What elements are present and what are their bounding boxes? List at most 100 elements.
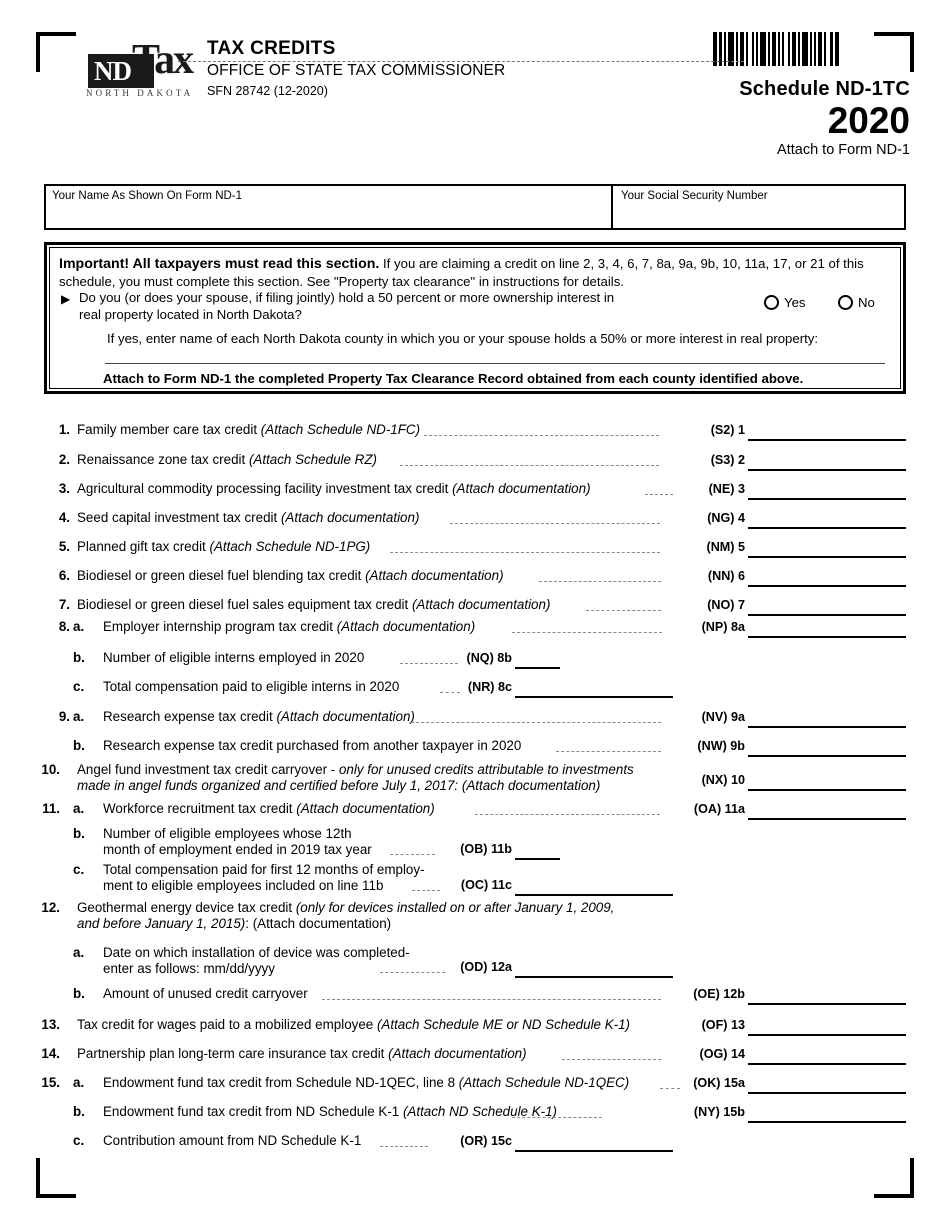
line-label: Partnership plan long-term care insuranc… [77, 1046, 527, 1062]
line-code: (OF) 13 [701, 1018, 745, 1032]
line-answer-input[interactable] [515, 858, 560, 860]
line-label: Number of eligible interns employed in 2… [103, 650, 364, 666]
line-code: (OG) 14 [699, 1047, 746, 1061]
line-answer-input[interactable] [748, 755, 906, 757]
line-number: 12. [41, 900, 60, 915]
line-text-italic: (Attach documentation) [452, 481, 591, 496]
line-text: Research expense tax credit [103, 709, 277, 724]
line-number: 9. [58, 709, 70, 724]
line-sub-letter: b. [73, 738, 85, 753]
ownership-question-line2: real property located in North Dakota? [79, 307, 302, 322]
line-label: Biodiesel or green diesel fuel sales equ… [77, 597, 550, 613]
line-code: (OC) 11c [460, 878, 512, 892]
line-text: Total compensation paid to eligible inte… [103, 679, 400, 694]
line-number: 8. [58, 619, 70, 634]
line-answer-input[interactable] [515, 1150, 673, 1152]
line-code: (NO) 7 [707, 598, 745, 612]
line-answer-input[interactable] [515, 894, 673, 896]
line-label: Total compensation paid for first 12 mon… [103, 862, 425, 894]
leader-dots [424, 435, 659, 436]
page-title: TAX CREDITS [207, 38, 336, 59]
office-name: OFFICE OF STATE TAX COMMISSIONER [207, 62, 506, 79]
line-sub-letter: a. [73, 801, 85, 816]
line-text-italic: (Attach documentation) [388, 1046, 527, 1061]
line-answer-input[interactable] [748, 726, 906, 728]
line-code: (NG) 4 [707, 511, 745, 525]
line-answer-input[interactable] [748, 585, 906, 587]
line-sub-letter: b. [73, 650, 85, 665]
county-prompt: If yes, enter name of each North Dakota … [107, 331, 819, 346]
line-text: Endowment fund tax credit from ND Schedu… [103, 1104, 403, 1119]
line-sub-letter: b. [73, 1104, 85, 1119]
crop-mark-bottom-left [36, 1158, 76, 1198]
line-text: Biodiesel or green diesel fuel blending … [77, 568, 366, 583]
line-answer-input[interactable] [748, 636, 906, 638]
line-number: 3. [58, 481, 70, 496]
line-text: Seed capital investment tax credit [77, 510, 281, 525]
line-text-2: ment to eligible employees included on l… [103, 878, 384, 893]
county-input-line[interactable] [105, 363, 885, 364]
line-text: Family member care tax credit [77, 422, 261, 437]
line-code: (OR) 15c [460, 1134, 512, 1148]
line-code: (NN) 6 [707, 569, 745, 583]
line-answer-input[interactable] [748, 789, 906, 791]
line-sub-letter: c. [73, 862, 85, 877]
ownership-question-line1: Do you (or does your spouse, if filing j… [79, 290, 615, 305]
line-text: Geothermal energy device tax credit [77, 900, 296, 915]
leader-dots [400, 465, 659, 466]
line-answer-input[interactable] [748, 818, 906, 820]
form-page: ND Tax NORTH DAKOTA TAX CREDITS OFFICE O… [0, 0, 950, 1230]
line-answer-input[interactable] [748, 1003, 906, 1005]
line-answer-input[interactable] [748, 1092, 906, 1094]
line-number: 10. [41, 762, 60, 777]
important-heading: Important! All taxpayers must read this … [59, 256, 380, 272]
line-text: Research expense tax credit purchased fr… [103, 738, 522, 753]
line-label: Seed capital investment tax credit (Atta… [77, 510, 419, 526]
line-answer-input[interactable] [515, 976, 673, 978]
leader-dots [512, 1117, 602, 1118]
line-answer-input[interactable] [748, 556, 906, 558]
line-text-italic: (Attach documentation) [336, 619, 476, 634]
line-label: Workforce recruitment tax credit (Attach… [103, 801, 435, 817]
leader-dots [450, 523, 660, 524]
schedule-name: Schedule ND-1TC [739, 78, 910, 100]
line-text-2-italic: made in angel funds organized and certif… [77, 778, 601, 793]
line-number: 7. [58, 597, 70, 612]
line-sub-letter: a. [73, 619, 85, 634]
ownership-no-radio[interactable] [838, 295, 853, 310]
line-text-italic: (Attach Schedule ND-1FC) [260, 422, 421, 437]
line-text: Planned gift tax credit [77, 539, 210, 554]
line-text-2: month of employment ended in 2019 tax ye… [103, 842, 372, 857]
line-text-italic: (Attach Schedule RZ) [248, 452, 377, 467]
important-footer: Attach to Form ND-1 the completed Proper… [103, 371, 804, 386]
line-answer-input[interactable] [748, 527, 906, 529]
line-answer-input[interactable] [748, 439, 906, 441]
ownership-yes-label: Yes [784, 295, 806, 310]
sfn-number: SFN 28742 (12-2020) [207, 84, 328, 98]
line-answer-input[interactable] [748, 1063, 906, 1065]
line-label: Family member care tax credit (Attach Sc… [77, 422, 420, 438]
line-number: 5. [58, 539, 70, 554]
line-answer-input[interactable] [748, 469, 906, 471]
identity-box: Your Name As Shown On Form ND-1 Your Soc… [44, 184, 906, 230]
line-text: Total compensation paid for first 12 mon… [103, 862, 425, 877]
line-number: 15. [41, 1075, 60, 1090]
line-answer-input[interactable] [515, 696, 673, 698]
line-code: (S2) 1 [710, 423, 745, 437]
arrow-right-icon: ▶ [61, 292, 71, 306]
ownership-yes-radio[interactable] [764, 295, 779, 310]
line-answer-input[interactable] [748, 1121, 906, 1123]
line-label: Contribution amount from ND Schedule K-1 [103, 1133, 361, 1149]
line-answer-input[interactable] [748, 498, 906, 500]
line-code: (NP) 8a [701, 620, 745, 634]
line-number: 13. [41, 1017, 60, 1032]
line-text: Number of eligible employees whose 12th [103, 826, 352, 841]
line-answer-input[interactable] [515, 667, 560, 669]
line-code: (S3) 2 [710, 453, 745, 467]
line-answer-input[interactable] [748, 1034, 906, 1036]
line-code: (NE) 3 [708, 482, 745, 496]
line-text: Angel fund investment tax credit carryov… [77, 762, 339, 777]
line-text-italic: only for unused credits attributable to … [338, 762, 634, 777]
line-answer-input[interactable] [748, 614, 906, 616]
line-sub-letter: a. [73, 709, 85, 724]
